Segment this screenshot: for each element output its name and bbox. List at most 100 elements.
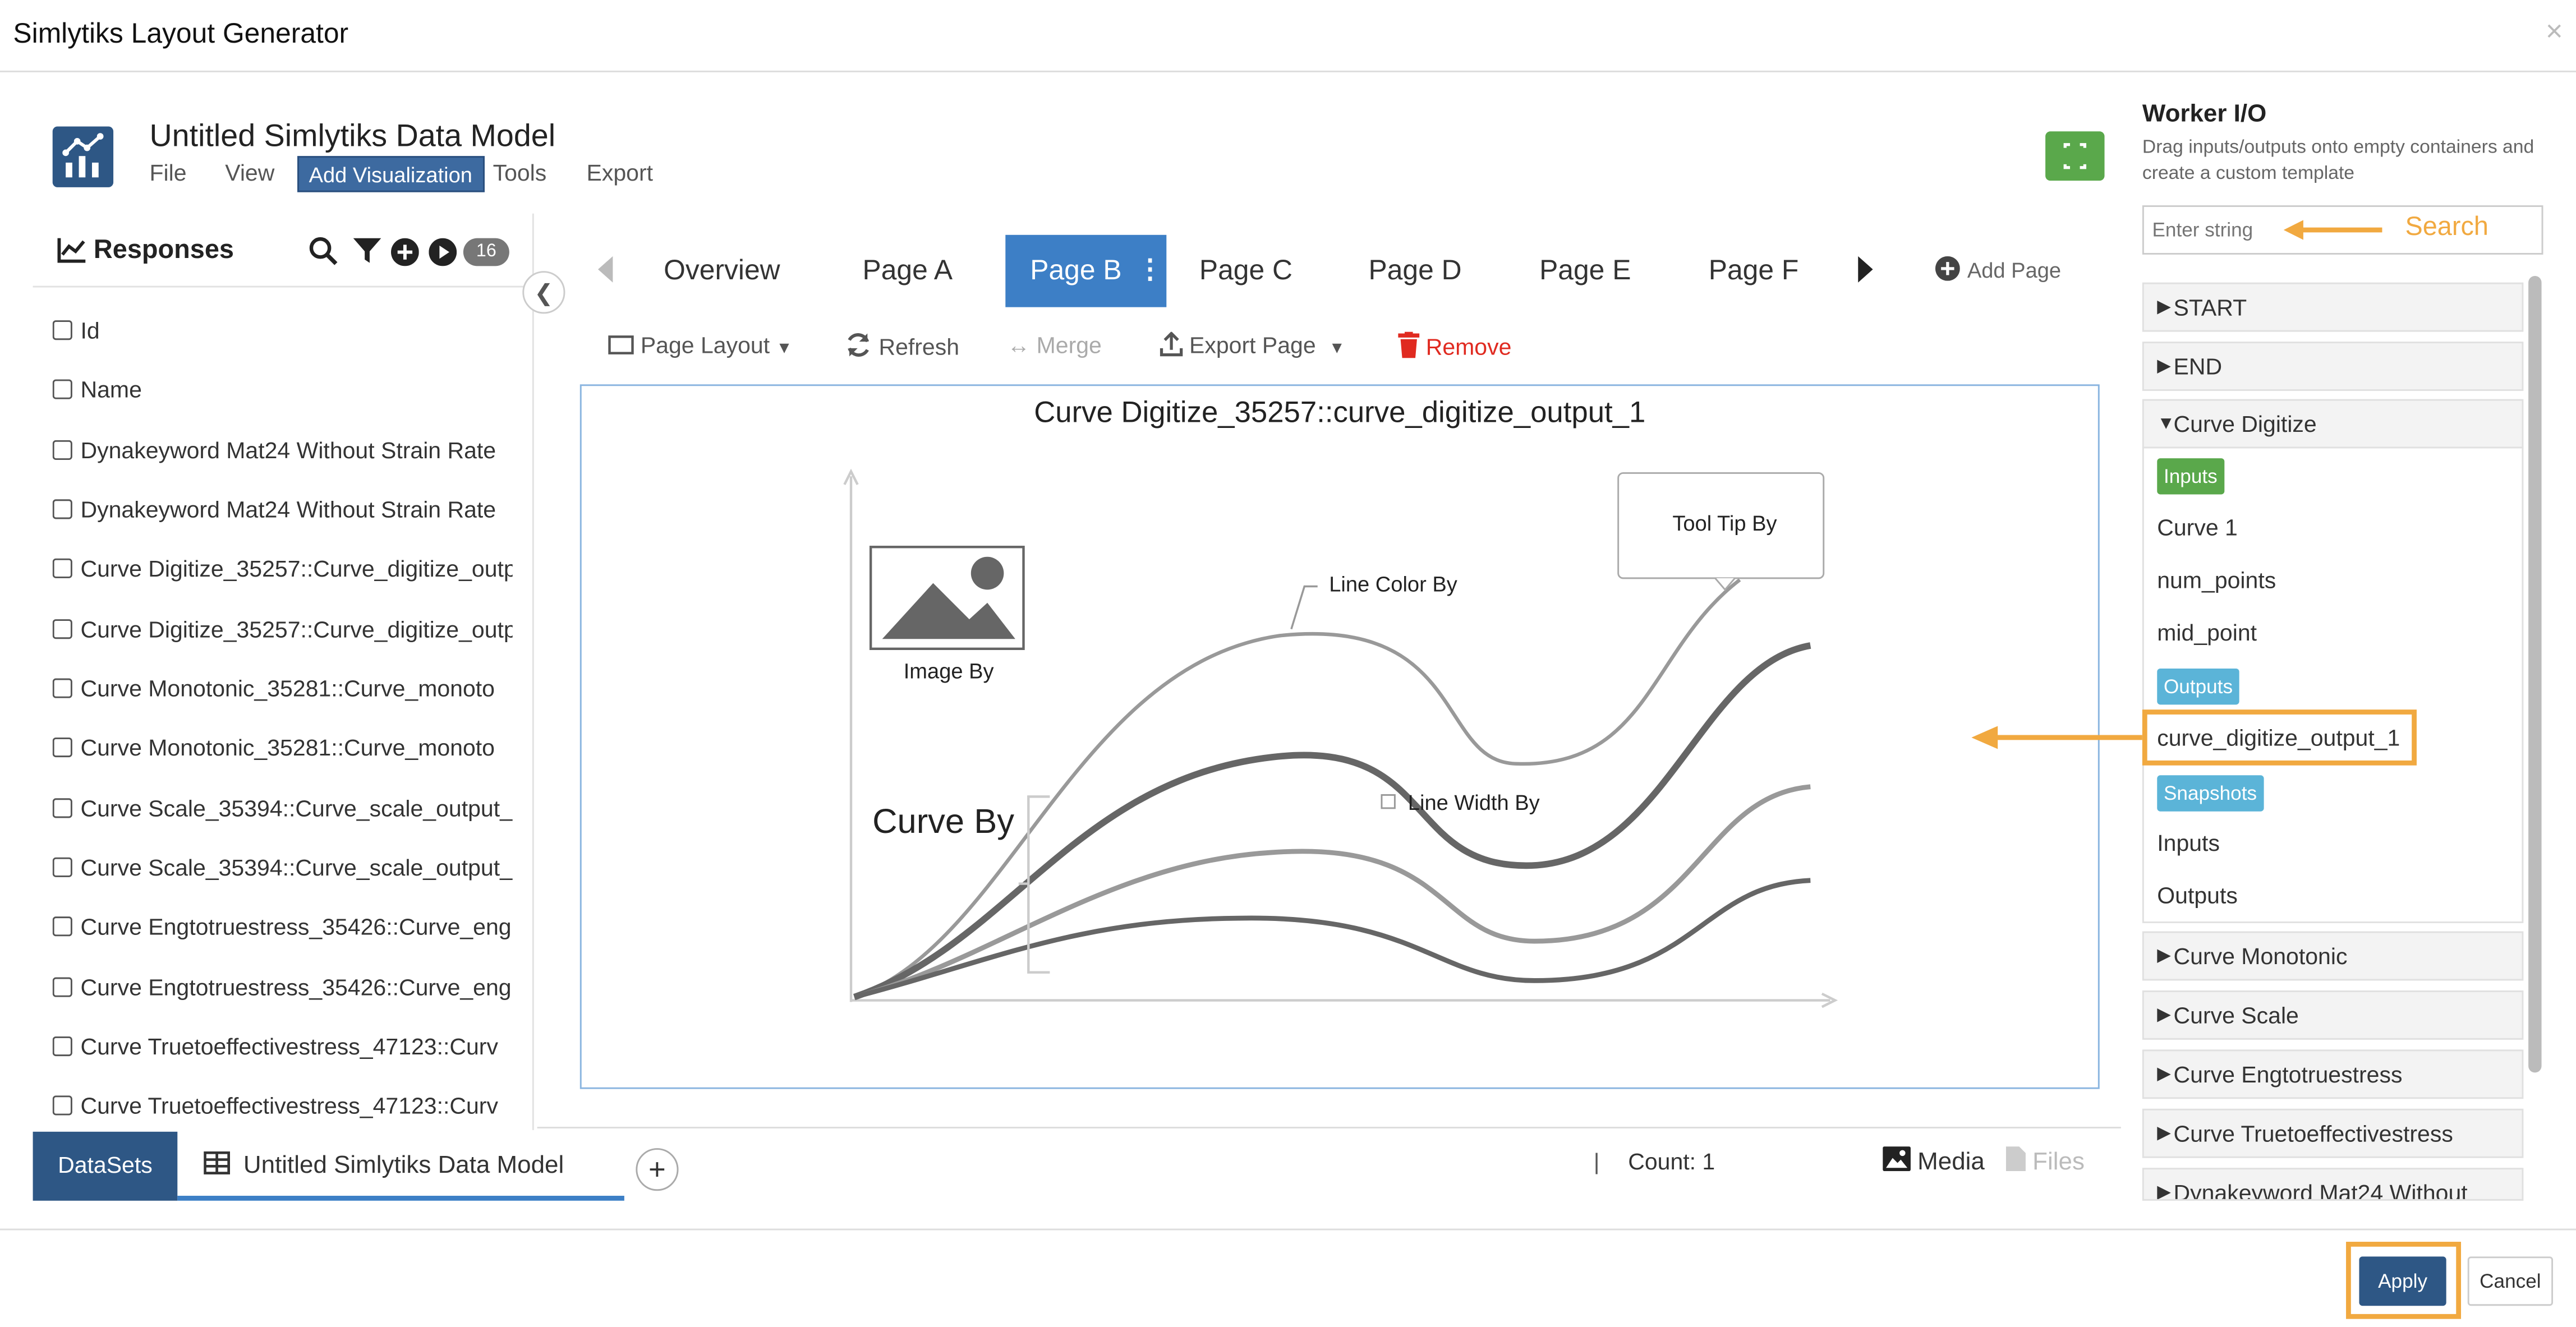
- add-circle-icon[interactable]: [391, 238, 419, 274]
- response-item[interactable]: Curve Digitize_35257::Curve_digitize_out…: [52, 616, 513, 642]
- tab-page-d[interactable]: Page D: [1369, 235, 1462, 307]
- tab-scroll-left-icon[interactable]: [595, 255, 614, 292]
- line-width-by-label: Line Width By: [1407, 790, 1540, 815]
- caret-down-icon: ▼: [1328, 340, 1345, 358]
- tab-overview[interactable]: Overview: [664, 235, 780, 307]
- tab-page-f[interactable]: Page F: [1709, 235, 1799, 307]
- play-circle-icon[interactable]: [429, 238, 457, 274]
- response-item[interactable]: Dynakeyword Mat24 Without Strain Rate: [52, 496, 513, 522]
- add-page-button[interactable]: Add Page: [1935, 256, 2061, 286]
- response-item[interactable]: Curve Truetoeffectivestress_47123::Curv: [52, 1093, 513, 1118]
- fullscreen-button[interactable]: [2045, 131, 2105, 181]
- snapshot-item[interactable]: Outputs: [2157, 882, 2238, 909]
- data-model-tab[interactable]: Untitled Simlytiks Data Model: [177, 1132, 624, 1201]
- menu-view[interactable]: View: [225, 159, 274, 186]
- section-start[interactable]: ▶ START: [2142, 282, 2524, 332]
- apply-button[interactable]: Apply: [2359, 1256, 2446, 1306]
- kebab-menu-icon[interactable]: ⋮: [1137, 235, 1163, 307]
- checkbox[interactable]: [52, 499, 72, 519]
- menu-tools[interactable]: Tools: [493, 159, 547, 186]
- checkbox[interactable]: [52, 1095, 72, 1116]
- worker-io-description: Drag inputs/outputs onto empty container…: [2142, 138, 2534, 185]
- checkbox[interactable]: [52, 678, 72, 698]
- response-item[interactable]: Name: [52, 376, 513, 403]
- response-item[interactable]: Curve Digitize_35257::Curve_digitize_out…: [52, 555, 513, 582]
- files-button[interactable]: Files: [2005, 1146, 2085, 1176]
- table-icon: [204, 1151, 231, 1174]
- export-page-dropdown[interactable]: Export Page ▼: [1160, 331, 1345, 358]
- divider: [33, 285, 534, 288]
- response-item[interactable]: Curve Engtotruestress_35426::Curve_eng: [52, 913, 513, 939]
- layout-icon: [608, 335, 634, 354]
- count-label: Count: 1: [1628, 1148, 1715, 1174]
- output-item[interactable]: curve_digitize_output_1: [2157, 725, 2400, 751]
- tab-page-c[interactable]: Page C: [1199, 235, 1292, 307]
- tab-page-b[interactable]: Page B ⋮: [1005, 234, 1167, 307]
- section-end[interactable]: ▶ END: [2142, 342, 2524, 391]
- search-annotation: Search: [2405, 213, 2488, 242]
- response-item[interactable]: Curve Scale_35394::Curve_scale_output_: [52, 795, 513, 821]
- checkbox[interactable]: [52, 737, 72, 758]
- visualization-canvas[interactable]: Curve Digitize_35257::curve_digitize_out…: [579, 384, 2100, 1089]
- response-item[interactable]: Curve Engtotruestress_35426::Curve_eng: [52, 974, 513, 1001]
- menu-export[interactable]: Export: [587, 159, 654, 186]
- caret-right-icon: ▶: [2157, 946, 2172, 966]
- input-item[interactable]: num_points: [2157, 566, 2276, 593]
- refresh-button[interactable]: Refresh: [844, 332, 959, 360]
- page-layout-dropdown[interactable]: Page Layout ▼: [608, 332, 793, 358]
- checkbox[interactable]: [52, 558, 72, 578]
- tab-page-a[interactable]: Page A: [863, 235, 953, 307]
- section-curve-scale[interactable]: ▶ Curve Scale: [2142, 990, 2524, 1040]
- datasets-tab[interactable]: DataSets: [33, 1131, 178, 1201]
- media-button[interactable]: Media: [1883, 1146, 1985, 1176]
- checkbox[interactable]: [52, 798, 72, 818]
- checkbox[interactable]: [52, 320, 72, 340]
- line-chart-icon: [57, 237, 88, 271]
- checkbox[interactable]: [52, 916, 72, 937]
- checkbox[interactable]: [52, 379, 72, 399]
- checkbox[interactable]: [52, 440, 72, 460]
- input-item[interactable]: mid_point: [2157, 619, 2257, 646]
- image-by-label: Image By: [903, 658, 994, 684]
- outputs-badge: Outputs: [2157, 668, 2239, 705]
- checkbox[interactable]: [52, 977, 72, 997]
- tab-page-e[interactable]: Page E: [1539, 235, 1631, 307]
- menu-add-visualization[interactable]: Add Visualization: [297, 156, 484, 192]
- scrollbar-thumb[interactable]: [2528, 276, 2542, 1073]
- section-dynakeyword[interactable]: ▶ Dynakeyword Mat24 Without: [2142, 1168, 2524, 1201]
- checkbox[interactable]: [52, 1036, 72, 1057]
- section-curve-monotonic[interactable]: ▶ Curve Monotonic: [2142, 931, 2524, 981]
- response-item[interactable]: Curve Truetoeffectivestress_47123::Curv: [52, 1033, 513, 1059]
- image-icon: [1883, 1146, 1911, 1172]
- caret-right-icon: ▶: [2157, 356, 2172, 376]
- section-curve-engtotruestress[interactable]: ▶ Curve Engtotruestress: [2142, 1049, 2524, 1099]
- cancel-button[interactable]: Cancel: [2467, 1256, 2554, 1306]
- title-bar: [0, 0, 2576, 72]
- add-tab-button[interactable]: +: [636, 1148, 679, 1191]
- collapse-panel-button[interactable]: ❮: [522, 271, 565, 314]
- response-item[interactable]: Curve Monotonic_35281::Curve_monoto: [52, 675, 513, 702]
- response-item[interactable]: Dynakeyword Mat24 Without Strain Rate: [52, 437, 513, 463]
- merge-button[interactable]: ↔ Merge: [1007, 332, 1102, 358]
- file-icon: [2005, 1146, 2026, 1172]
- tab-scroll-right-icon[interactable]: [1856, 255, 1876, 292]
- responses-title: Responses: [93, 236, 234, 265]
- response-item[interactable]: Curve Scale_35394::Curve_scale_output_: [52, 854, 513, 881]
- menu-file[interactable]: File: [150, 159, 187, 186]
- add-circle-icon: [1935, 256, 1960, 281]
- response-item[interactable]: Id: [52, 317, 513, 343]
- checkbox[interactable]: [52, 857, 72, 877]
- checkbox[interactable]: [52, 619, 72, 639]
- divider: [0, 1228, 2576, 1231]
- section-curve-truetoeffectivestress[interactable]: ▶ Curve Truetoeffectivestress: [2142, 1108, 2524, 1158]
- filter-icon[interactable]: [353, 238, 381, 273]
- response-item[interactable]: Curve Monotonic_35281::Curve_monoto: [52, 734, 513, 761]
- search-icon[interactable]: [309, 237, 339, 274]
- section-curve-digitize[interactable]: ▼ Curve Digitize: [2142, 399, 2524, 449]
- remove-button[interactable]: Remove: [1398, 331, 1511, 360]
- caret-down-icon: ▼: [776, 340, 793, 358]
- annotation-arrow-icon: [2283, 220, 2382, 240]
- snapshot-item[interactable]: Inputs: [2157, 830, 2220, 856]
- input-item[interactable]: Curve 1: [2157, 514, 2238, 541]
- close-icon[interactable]: ×: [2546, 15, 2563, 49]
